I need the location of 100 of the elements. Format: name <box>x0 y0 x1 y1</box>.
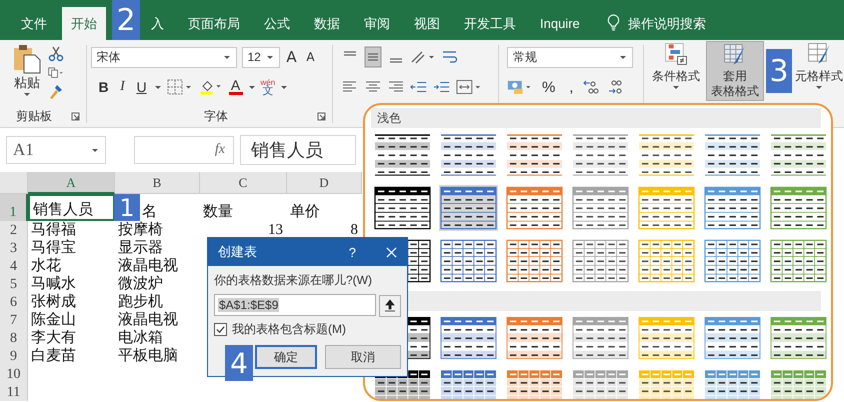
row-header[interactable]: 5 <box>0 275 28 293</box>
dialog-launcher-icon[interactable] <box>316 112 326 121</box>
column-header[interactable]: D <box>287 172 362 194</box>
insert-function-label[interactable]: fx <box>214 142 225 158</box>
table-style-option[interactable] <box>439 185 498 231</box>
cell-styles-button[interactable]: 元格样式 <box>794 41 844 101</box>
row-header[interactable]: 7 <box>0 311 28 329</box>
table-style-option[interactable] <box>703 132 762 178</box>
ribbon-tab[interactable]: 开发工具 <box>455 7 525 40</box>
decrease-indent-icon[interactable] <box>410 79 428 95</box>
table-style-option[interactable] <box>373 185 432 231</box>
decrease-decimal-icon[interactable] <box>606 79 624 95</box>
caret-icon[interactable] <box>266 54 274 60</box>
row-header[interactable]: 1 <box>0 194 28 221</box>
checkbox[interactable] <box>214 323 227 336</box>
table-style-option[interactable] <box>703 185 762 231</box>
orientation-icon[interactable] <box>410 49 436 65</box>
currency-icon[interactable] <box>506 79 533 95</box>
table-style-option[interactable] <box>637 132 696 178</box>
ribbon-tab[interactable]: 入 <box>142 7 173 40</box>
table-style-option[interactable] <box>571 185 630 231</box>
row-header[interactable]: 3 <box>0 239 28 257</box>
help-button[interactable]: ? <box>348 244 356 260</box>
table-style-option[interactable] <box>505 238 564 284</box>
scissors-icon[interactable] <box>48 46 64 62</box>
font-name-field[interactable]: 宋体 <box>90 46 236 68</box>
ribbon-tab[interactable]: 文件 <box>12 7 56 40</box>
paste-button[interactable]: 粘贴 <box>12 44 42 104</box>
caret-icon[interactable] <box>280 84 288 90</box>
column-header[interactable]: C <box>200 172 287 194</box>
row-header[interactable]: 11 <box>0 383 28 401</box>
table-style-option[interactable] <box>439 238 498 284</box>
format-as-table-button[interactable]: 套用 表格格式 <box>706 41 764 101</box>
ribbon-tab[interactable]: Inquire <box>531 7 589 40</box>
table-style-option[interactable] <box>373 132 432 178</box>
table-style-option[interactable] <box>571 132 630 178</box>
italic-button[interactable]: I <box>116 79 130 95</box>
dialog-button[interactable]: 取消 <box>325 345 401 369</box>
ribbon-tab[interactable]: 审阅 <box>355 7 399 40</box>
formula-field[interactable]: 销售人员 <box>240 135 356 165</box>
table-style-option[interactable] <box>769 132 828 178</box>
caret-icon[interactable] <box>248 84 256 90</box>
row-header[interactable]: 2 <box>0 221 28 239</box>
table-style-option[interactable] <box>703 315 762 361</box>
increase-decimal-icon[interactable] <box>583 79 602 95</box>
close-icon[interactable] <box>386 246 397 258</box>
row-header[interactable]: 4 <box>0 257 28 275</box>
table-style-option[interactable] <box>505 185 564 231</box>
merge-cells-icon[interactable] <box>456 79 482 95</box>
caret-icon[interactable] <box>618 54 627 60</box>
number-format-field[interactable]: 常规 <box>506 46 633 68</box>
table-style-option[interactable] <box>769 238 828 284</box>
caret-icon[interactable] <box>814 85 823 90</box>
phonetic-button[interactable]: wén 文 <box>260 78 276 96</box>
name-box[interactable]: A1 <box>6 136 106 164</box>
font-color-button[interactable]: A <box>228 79 242 95</box>
table-style-option[interactable] <box>571 315 630 361</box>
row-header[interactable]: 6 <box>0 293 28 311</box>
percent-button[interactable]: % <box>538 78 560 96</box>
wrap-text-icon[interactable] <box>440 49 459 65</box>
underline-button[interactable]: U <box>134 79 148 95</box>
borders-icon[interactable] <box>166 79 192 95</box>
caret-icon[interactable] <box>91 148 99 152</box>
table-style-option[interactable] <box>769 315 828 361</box>
table-style-option[interactable] <box>505 132 564 178</box>
row-header[interactable]: 9 <box>0 347 28 365</box>
row-header[interactable]: 8 <box>0 329 28 347</box>
dialog-button[interactable]: 确定 <box>255 345 317 369</box>
caret-icon[interactable] <box>672 85 680 90</box>
ribbon-tab[interactable]: 数据 <box>305 7 349 40</box>
range-field[interactable]: $A$1:$E$9 <box>214 294 376 316</box>
font-size-field[interactable]: 12 <box>242 46 280 68</box>
conditional-formatting-button[interactable]: 条件格式 <box>648 41 704 101</box>
fill-color-icon[interactable] <box>198 79 224 95</box>
column-header[interactable]: B <box>115 172 200 194</box>
tell-me-search[interactable]: 操作说明搜索 <box>628 7 706 40</box>
ribbon-tab[interactable]: 页面布局 <box>179 7 249 40</box>
align-middle-icon[interactable] <box>364 46 382 68</box>
table-style-option[interactable] <box>703 238 762 284</box>
table-style-option[interactable] <box>571 238 630 284</box>
ribbon-tab[interactable]: 视图 <box>405 7 449 40</box>
table-style-option[interactable] <box>439 315 498 361</box>
dialog-launcher-icon[interactable] <box>70 112 80 120</box>
shrink-font-button[interactable]: A <box>304 50 318 64</box>
grow-font-button[interactable]: A <box>284 48 298 66</box>
caret-icon[interactable] <box>222 54 230 60</box>
table-style-option[interactable] <box>769 185 828 231</box>
ribbon-tab[interactable]: 开始 <box>62 7 106 40</box>
collapse-dialog-icon[interactable] <box>379 295 401 317</box>
increase-indent-icon[interactable] <box>432 79 451 95</box>
ribbon-tab[interactable]: 公式 <box>255 7 299 40</box>
column-header[interactable]: A <box>28 172 115 194</box>
caret-icon[interactable] <box>154 84 162 90</box>
table-style-option[interactable] <box>505 315 564 361</box>
bold-button[interactable]: B <box>96 79 110 95</box>
caret-icon[interactable] <box>23 92 31 97</box>
table-style-option[interactable] <box>439 132 498 178</box>
format-painter-icon[interactable] <box>48 84 64 100</box>
comma-button[interactable]: , <box>564 78 578 96</box>
row-header[interactable]: 10 <box>0 365 28 383</box>
